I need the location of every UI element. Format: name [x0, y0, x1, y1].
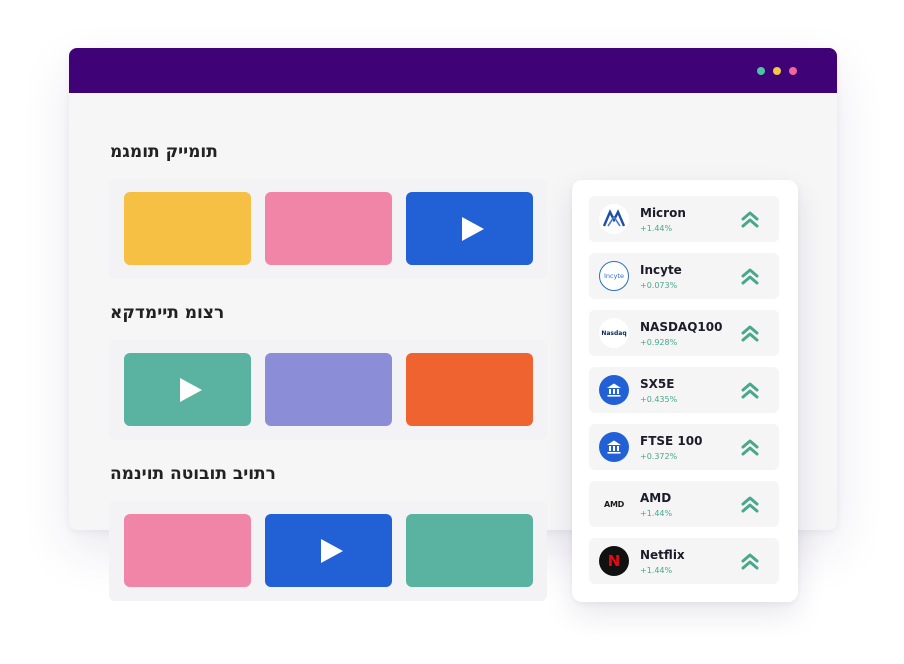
stock-item-amd[interactable]: AMD AMD +1.44%	[589, 481, 779, 527]
card-row-academic	[109, 340, 547, 440]
play-icon[interactable]	[179, 377, 202, 402]
video-card[interactable]	[124, 192, 251, 265]
stock-change: +1.44%	[640, 566, 673, 575]
stock-item-micron[interactable]: Micron +1.44%	[589, 196, 779, 242]
video-card[interactable]	[406, 353, 533, 426]
video-card[interactable]	[406, 514, 533, 587]
stock-name: Incyte	[640, 263, 682, 277]
stock-item-sx5e[interactable]: SX5E +0.435%	[589, 367, 779, 413]
stock-change: +0.435%	[640, 395, 678, 404]
double-chevron-up-icon	[741, 325, 759, 342]
video-card[interactable]	[265, 353, 392, 426]
app-preview: תומייק תומגמ רצומ תיימדקא רתויב תובוטה ת…	[0, 0, 904, 664]
micron-logo	[599, 204, 629, 234]
card-row-featured	[109, 179, 547, 279]
stock-change: +1.44%	[640, 224, 673, 233]
double-chevron-up-icon	[741, 439, 759, 456]
stock-name: FTSE 100	[640, 434, 703, 448]
window-titlebar	[69, 48, 837, 93]
yellow-dot[interactable]	[773, 66, 781, 75]
play-icon[interactable]	[320, 538, 343, 563]
double-chevron-up-icon	[741, 496, 759, 513]
play-icon[interactable]	[461, 216, 484, 241]
video-card[interactable]	[124, 353, 251, 426]
amd-logo: AMD	[599, 489, 629, 519]
video-card[interactable]	[124, 514, 251, 587]
stock-item-incyte[interactable]: Incyte Incyte +0.073%	[589, 253, 779, 299]
bank-icon	[599, 432, 629, 462]
nasdaq-logo: Nasdaq	[599, 318, 629, 348]
incyte-logo: Incyte	[599, 261, 629, 291]
section-title-academic: רצומ תיימדקא	[110, 303, 225, 323]
stock-item-netflix[interactable]: N Netflix +1.44%	[589, 538, 779, 584]
section-title-best-stocks: רתויב תובוטה תוינמה	[110, 464, 276, 484]
section-title-featured: תומייק תומגמ	[110, 142, 218, 162]
video-card[interactable]	[406, 192, 533, 265]
card-row-best-stocks	[109, 501, 547, 601]
stock-item-ftse100[interactable]: FTSE 100 +0.372%	[589, 424, 779, 470]
netflix-logo: N	[599, 546, 629, 576]
stock-change: +0.073%	[640, 281, 678, 290]
stock-name: Micron	[640, 206, 686, 220]
stock-name: SX5E	[640, 377, 675, 391]
stock-name: Netflix	[640, 548, 685, 562]
video-card[interactable]	[265, 192, 392, 265]
double-chevron-up-icon	[741, 382, 759, 399]
stock-change: +0.372%	[640, 452, 678, 461]
double-chevron-up-icon	[741, 268, 759, 285]
stock-name: NASDAQ100	[640, 320, 723, 334]
double-chevron-up-icon	[741, 211, 759, 228]
video-card[interactable]	[265, 514, 392, 587]
stock-item-nasdaq100[interactable]: Nasdaq NASDAQ100 +0.928%	[589, 310, 779, 356]
bank-icon	[599, 375, 629, 405]
stocks-panel: Micron +1.44% Incyte Incyte +0.073% Nasd…	[572, 180, 798, 602]
green-dot[interactable]	[757, 66, 765, 75]
stock-change: +0.928%	[640, 338, 678, 347]
pink-dot[interactable]	[789, 66, 797, 75]
stock-change: +1.44%	[640, 509, 673, 518]
stock-name: AMD	[640, 491, 672, 505]
double-chevron-up-icon	[741, 553, 759, 570]
